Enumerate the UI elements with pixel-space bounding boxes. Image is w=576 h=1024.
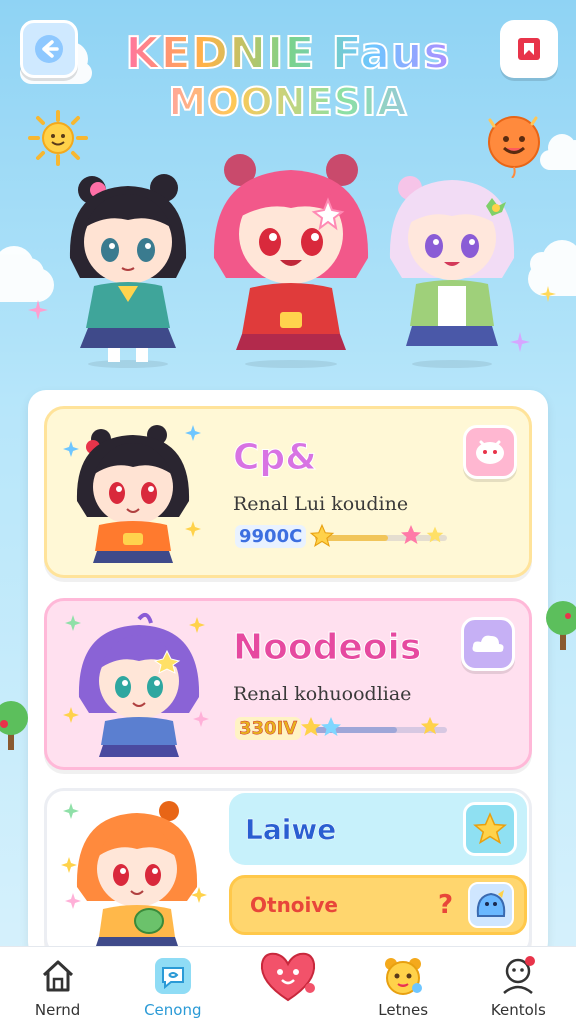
nav-item-home[interactable]: Nernd <box>3 953 113 1019</box>
character-card[interactable]: Cp& Renal Lui koudine 9900C <box>44 406 532 578</box>
chat-icon <box>154 958 191 994</box>
app-title: KEDNIE Faus MOONESIA <box>120 28 456 125</box>
tree-decoration <box>546 601 576 650</box>
question-mark: ? <box>438 890 454 920</box>
character-avatar <box>61 801 207 949</box>
title-line-1: KEDNIE Faus <box>120 28 456 79</box>
tree-decoration <box>0 701 28 750</box>
bookmark-icon <box>518 38 540 60</box>
sparkle-icon <box>540 286 556 302</box>
card-title: Cp& <box>233 437 318 479</box>
face-icon <box>476 440 504 464</box>
sun-icon <box>28 110 88 166</box>
nav-label: Cenong <box>144 1001 202 1019</box>
bear-character-icon <box>385 958 423 995</box>
nav-item-center[interactable] <box>233 952 343 1002</box>
star-icon <box>426 526 444 543</box>
character-black-hair <box>69 174 187 368</box>
nav-label: Nernd <box>34 1001 81 1019</box>
back-button[interactable] <box>20 20 78 78</box>
home-icon <box>42 960 73 992</box>
bookmark-button[interactable] <box>500 20 558 78</box>
notice-button[interactable]: Otnoive ? <box>229 875 527 935</box>
arrow-left-icon <box>35 35 63 63</box>
nav-item-chat[interactable]: Cenong <box>118 953 228 1019</box>
character-card[interactable]: Laiwe Otnoive ? <box>44 788 532 958</box>
sparkle-icon <box>28 300 48 320</box>
nav-label: Kentols <box>490 1001 546 1019</box>
card-subtitle: Renal Lui koudine <box>233 493 409 515</box>
star-icon <box>420 716 440 735</box>
cloud-icon <box>472 635 504 652</box>
cloud-decoration <box>0 246 54 302</box>
nav-item-letnes[interactable]: Letnes <box>348 953 458 1019</box>
ghost-button[interactable] <box>468 882 514 928</box>
card-title: Noodeois <box>232 627 422 669</box>
favorite-button[interactable] <box>463 802 517 856</box>
card-score: 330IV <box>235 717 302 740</box>
character-card[interactable]: Noodeois Renal kohuoodliae 330IV <box>44 598 532 770</box>
nav-item-profile[interactable]: Kentols <box>463 953 573 1019</box>
card-action-button[interactable] <box>461 617 515 671</box>
ghost-icon <box>476 890 506 917</box>
card-action-button[interactable] <box>463 425 517 479</box>
title-line-2: MOONESIA <box>120 81 456 125</box>
character-lilac-hair <box>389 176 515 368</box>
notice-label: Otnoive <box>250 893 338 917</box>
card-subtitle: Renal kohuoodliae <box>233 683 412 705</box>
bottom-nav: Nernd Cenong Letnes Kentols <box>0 946 576 1024</box>
latest-button[interactable]: Laiwe <box>229 793 527 865</box>
character-pink-hair <box>213 154 369 368</box>
star-icon <box>309 523 335 547</box>
star-icon <box>321 717 341 736</box>
star-icon <box>473 812 507 845</box>
character-avatar <box>63 425 201 563</box>
star-icon <box>401 525 421 544</box>
profile-icon <box>503 956 536 994</box>
card-score: 9900C <box>235 525 307 548</box>
heart-character-icon <box>260 952 315 1002</box>
character-avatar <box>63 612 209 757</box>
latest-label: Laiwe <box>245 812 337 846</box>
nav-label: Letnes <box>378 1001 429 1019</box>
